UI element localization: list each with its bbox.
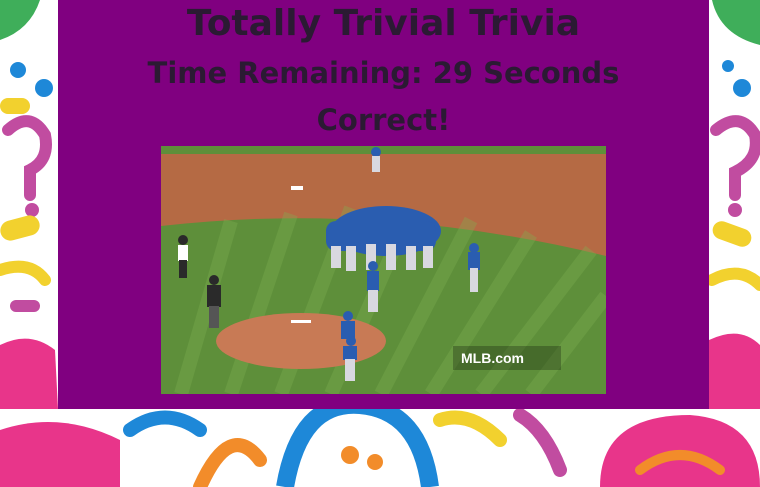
mlb-watermark: MLB.com — [461, 350, 524, 366]
result-text: Correct! — [316, 103, 451, 137]
timer-text: Time Remaining: 29 Seconds — [147, 56, 620, 90]
page-title: Totally Trivial Trivia — [186, 3, 581, 44]
baseball-celebration-image: MLB.com — [161, 146, 606, 394]
trivia-panel: Totally Trivial Trivia Time Remaining: 2… — [58, 0, 709, 409]
